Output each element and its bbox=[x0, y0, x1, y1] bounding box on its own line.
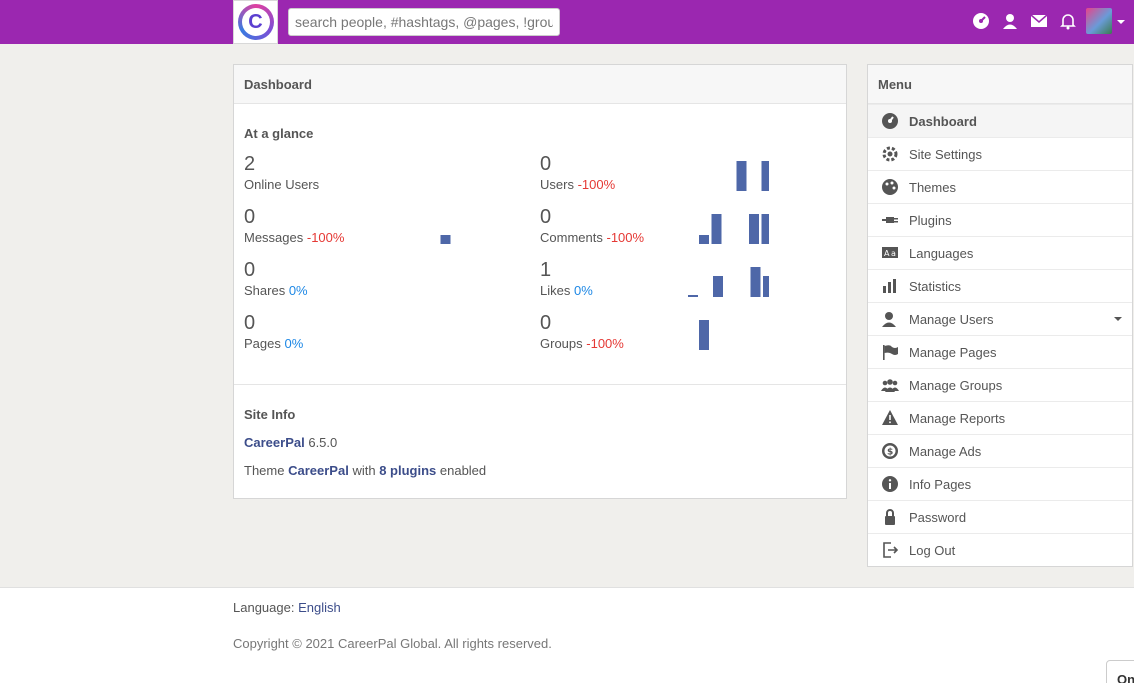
language-link[interactable]: English bbox=[298, 600, 341, 615]
menu-item-plugins[interactable]: Plugins bbox=[868, 203, 1132, 236]
menu-item-manage-reports[interactable]: Manage Reports bbox=[868, 401, 1132, 434]
top-navbar: C bbox=[0, 0, 1134, 44]
svg-text:a: a bbox=[891, 249, 896, 258]
sparkline-likes bbox=[688, 267, 769, 297]
footer: Language: English Copyright © 2021 Caree… bbox=[0, 587, 1134, 683]
glance-title: At a glance bbox=[244, 126, 314, 141]
palette-icon bbox=[880, 177, 900, 197]
mail-icon[interactable] bbox=[1030, 12, 1048, 30]
spark-bar bbox=[713, 276, 723, 297]
site-info-title: Site Info bbox=[244, 407, 296, 422]
users-icon bbox=[880, 309, 900, 329]
menu-item-label: Manage Pages bbox=[909, 344, 997, 360]
dashboard-icon[interactable] bbox=[972, 12, 990, 30]
menu-item-password[interactable]: Password bbox=[868, 500, 1132, 533]
spark-bar bbox=[699, 320, 709, 350]
spark-bar bbox=[711, 214, 722, 244]
menu-item-dashboard[interactable]: Dashboard bbox=[868, 104, 1132, 137]
menu-item-label: Languages bbox=[909, 245, 974, 261]
language-icon: Aa bbox=[880, 243, 900, 263]
menu-item-label: Manage Groups bbox=[909, 377, 1003, 393]
menu-item-label: Themes bbox=[909, 179, 956, 195]
menu-item-statistics[interactable]: Statistics bbox=[868, 269, 1132, 302]
spark-bar bbox=[750, 267, 761, 297]
plugins-link[interactable]: 8 plugins bbox=[379, 463, 436, 478]
gear-icon bbox=[880, 144, 900, 164]
menu-item-manage-ads[interactable]: $ Manage Ads bbox=[868, 434, 1132, 467]
stat-shares: 0 Shares 0% bbox=[244, 259, 308, 298]
search-input[interactable] bbox=[288, 8, 560, 36]
menu-item-label: Plugins bbox=[909, 212, 952, 228]
dollar-icon: $ bbox=[880, 441, 900, 461]
site-logo[interactable]: C bbox=[233, 0, 278, 44]
logout-icon bbox=[880, 540, 900, 560]
menu-item-label: Manage Users bbox=[909, 311, 994, 327]
theme-line: Theme CareerPal with 8 plugins enabled bbox=[244, 463, 487, 478]
menu-item-label: Manage Reports bbox=[909, 410, 1006, 426]
theme-link[interactable]: CareerPal bbox=[288, 463, 349, 478]
chevron-down-icon[interactable] bbox=[1117, 20, 1125, 24]
menu-item-manage-users[interactable]: Manage Users bbox=[868, 302, 1132, 335]
site-version-line: CareerPal 6.5.0 bbox=[244, 435, 338, 450]
menu-item-site-settings[interactable]: Site Settings bbox=[868, 137, 1132, 170]
sparkline-comments bbox=[699, 214, 769, 244]
bell-icon[interactable] bbox=[1059, 12, 1077, 30]
chat-tab[interactable]: On bbox=[1106, 660, 1134, 683]
menu-item-log-out[interactable]: Log Out bbox=[868, 533, 1132, 566]
menu-item-label: Manage Ads bbox=[909, 443, 982, 459]
copyright: Copyright © 2021 CareerPal Global. All r… bbox=[233, 636, 552, 651]
menu-item-manage-pages[interactable]: Manage Pages bbox=[868, 335, 1132, 368]
spark-bar bbox=[440, 235, 451, 244]
spark-bar bbox=[749, 214, 759, 244]
dashboard-panel: Dashboard At a glance 2 Online Users 0 M… bbox=[233, 64, 847, 499]
chevron-down-icon[interactable] bbox=[1114, 317, 1122, 321]
menu-item-label: Log Out bbox=[909, 542, 956, 558]
menu-item-languages[interactable]: Aa Languages bbox=[868, 236, 1132, 269]
menu-item-label: Site Settings bbox=[909, 146, 982, 162]
logo-icon: C bbox=[237, 4, 274, 40]
warning-icon bbox=[880, 408, 900, 428]
menu-item-label: Password bbox=[909, 509, 967, 525]
avatar[interactable] bbox=[1086, 8, 1112, 34]
language-selector: Language: English bbox=[233, 600, 341, 615]
spark-bar bbox=[763, 276, 769, 297]
sparkline-groups bbox=[699, 320, 709, 350]
flag-icon bbox=[880, 342, 900, 362]
menu-item-label: Statistics bbox=[909, 278, 962, 294]
spark-bar bbox=[699, 235, 709, 244]
lock-icon bbox=[880, 507, 900, 527]
dashboard-icon bbox=[880, 111, 900, 131]
menu-item-label: Info Pages bbox=[909, 476, 972, 492]
sparkline-messages bbox=[440, 235, 451, 244]
spark-bar bbox=[736, 161, 747, 191]
menu-item-themes[interactable]: Themes bbox=[868, 170, 1132, 203]
sparkline-users bbox=[736, 161, 769, 191]
stat-online-users: 2 Online Users bbox=[244, 153, 320, 192]
plug-icon bbox=[880, 210, 900, 230]
admin-menu: Menu Dashboard Site Settings Themes Plugins… bbox=[867, 64, 1133, 567]
menu-item-info-pages[interactable]: Info Pages bbox=[868, 467, 1132, 500]
user-icon[interactable] bbox=[1001, 12, 1019, 30]
site-name-link[interactable]: CareerPal bbox=[244, 435, 305, 450]
menu-item-manage-groups[interactable]: Manage Groups bbox=[868, 368, 1132, 401]
info-icon bbox=[880, 474, 900, 494]
spark-bar bbox=[688, 295, 698, 297]
svg-text:A: A bbox=[884, 249, 890, 258]
menu-item-label: Dashboard bbox=[909, 113, 977, 129]
bar-chart-icon bbox=[880, 276, 900, 296]
spark-bar bbox=[761, 214, 769, 244]
menu-title: Menu bbox=[868, 65, 1132, 104]
svg-text:$: $ bbox=[887, 448, 893, 458]
panel-title: Dashboard bbox=[234, 65, 846, 104]
divider bbox=[234, 384, 846, 385]
spark-bar bbox=[761, 161, 769, 191]
stat-pages: 0 Pages 0% bbox=[244, 312, 304, 351]
group-icon bbox=[880, 375, 900, 395]
